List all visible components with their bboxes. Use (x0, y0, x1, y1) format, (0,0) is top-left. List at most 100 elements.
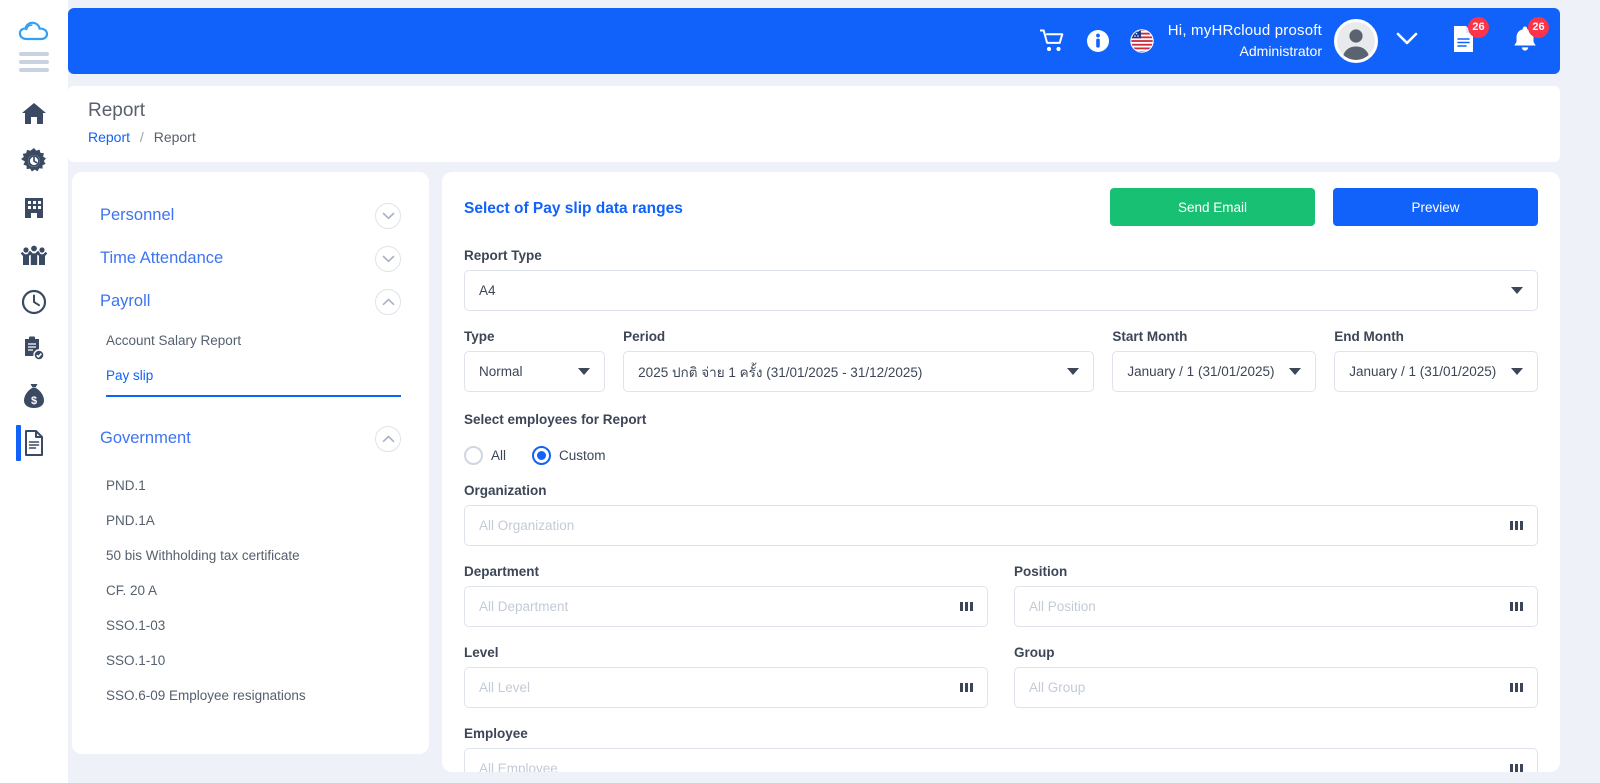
rail-item-home[interactable] (0, 90, 68, 137)
report-type-select[interactable]: A4 (464, 270, 1538, 311)
menu-item-label: PND.1A (106, 513, 155, 528)
menu-item-label: SSO.1-10 (106, 653, 166, 668)
chevron-down-icon[interactable] (1396, 32, 1418, 51)
preview-button[interactable]: Preview (1333, 188, 1538, 226)
department-lookup-icon[interactable] (960, 602, 973, 611)
level-input[interactable]: All Level (464, 667, 988, 708)
page-title: Report (88, 100, 146, 121)
bell-badge-count: 26 (1528, 16, 1549, 38)
start-month-label: Start Month (1112, 329, 1188, 344)
group-placeholder: All Group (1029, 680, 1086, 695)
send-email-button[interactable]: Send Email (1110, 188, 1315, 226)
panel-header: Select of Pay slip data ranges Send Emai… (464, 188, 1538, 226)
chevron-down-icon[interactable] (375, 245, 401, 272)
sidebar-item-50bis-withholding-tax-certificate[interactable]: 50 bis Withholding tax certificate (106, 538, 401, 573)
info-circle-icon[interactable] (1086, 29, 1110, 53)
radio-all[interactable]: All (464, 446, 506, 465)
position-lookup-icon[interactable] (1510, 602, 1523, 611)
type-value: Normal (479, 364, 523, 379)
breadcrumb-separator: / (139, 129, 144, 145)
radio-custom[interactable]: Custom (532, 446, 606, 465)
menu-item-label: Account Salary Report (106, 333, 242, 348)
document-badge-count: 26 (1468, 16, 1489, 38)
cloud-icon (14, 14, 54, 48)
sidebar-item-cf20a[interactable]: CF. 20 A (106, 573, 401, 608)
group-input[interactable]: All Group (1014, 667, 1538, 708)
active-item-underline (106, 395, 401, 397)
report-criteria-panel: Select of Pay slip data ranges Send Emai… (442, 172, 1560, 772)
sidebar-item-pnd1a[interactable]: PND.1A (106, 503, 401, 538)
menu-group-personnel[interactable]: Personnel (100, 194, 401, 237)
menu-item-label: PND.1 (106, 478, 146, 493)
organization-lookup-icon[interactable] (1510, 521, 1523, 530)
position-label: Position (1014, 564, 1068, 579)
employee-input[interactable]: All Employee (464, 748, 1538, 772)
chevron-down-icon (1289, 368, 1302, 375)
menu-group-label: Government (100, 429, 191, 447)
report-menu-panel: Personnel Time Attendance Payroll Accoun… (72, 172, 429, 754)
end-month-select[interactable]: January / 1 (31/01/2025) (1334, 351, 1538, 392)
bell-notification-icon[interactable]: 26 (1512, 16, 1549, 58)
breadcrumb-current: Report (153, 129, 196, 145)
rail-item-report[interactable] (0, 419, 68, 466)
hamburger-icon[interactable] (19, 52, 49, 76)
sidebar-item-pnd1[interactable]: PND.1 (106, 468, 401, 503)
menu-group-label: Time Attendance (100, 249, 224, 267)
position-placeholder: All Position (1029, 599, 1096, 614)
period-select[interactable]: 2025 ปกติ จ่าย 1 ครั้ง (31/01/2025 - 31/… (623, 351, 1095, 392)
menu-item-label: SSO.1-03 (106, 618, 166, 633)
level-label: Level (464, 645, 499, 660)
period-value: 2025 ปกติ จ่าย 1 ครั้ง (31/01/2025 - 31/… (638, 364, 923, 380)
sidebar-item-sso1-03[interactable]: SSO.1-03 (106, 608, 401, 643)
employees-radio-group: All Custom (464, 446, 1538, 465)
breadcrumb-link-report[interactable]: Report (88, 129, 130, 145)
menu-item-label: 50 bis Withholding tax certificate (106, 548, 300, 563)
organization-placeholder: All Organization (479, 518, 575, 533)
sidebar-item-sso1-10[interactable]: SSO.1-10 (106, 643, 401, 678)
rail-item-company[interactable] (0, 184, 68, 231)
rail-item-approval[interactable] (0, 325, 68, 372)
level-placeholder: All Level (479, 680, 531, 695)
type-label: Type (464, 329, 495, 344)
select-employees-label: Select employees for Report (464, 412, 647, 427)
chevron-up-icon[interactable] (375, 288, 401, 315)
menu-group-government[interactable]: Government (100, 417, 401, 460)
sidebar-item-sso6-09-employee-resignations[interactable]: SSO.6-09 Employee resignations (106, 678, 401, 713)
chevron-down-icon[interactable] (375, 202, 401, 229)
icon-rail: $ (0, 0, 68, 783)
rail-item-settings[interactable] (0, 137, 68, 184)
report-type-label: Report Type (464, 248, 542, 263)
chevron-up-icon[interactable] (375, 425, 401, 452)
top-header-bar: Hi, myHRcloud prosoft Administrator 26 2… (68, 8, 1560, 74)
document-notification-icon[interactable]: 26 (1452, 16, 1489, 58)
end-month-value: January / 1 (31/01/2025) (1349, 364, 1497, 379)
radio-custom-label: Custom (559, 448, 606, 463)
sidebar-item-account-salary-report[interactable]: Account Salary Report (106, 323, 401, 358)
rail-item-personnel[interactable] (0, 231, 68, 278)
user-greeting-name: Hi, myHRcloud prosoft (1167, 22, 1322, 40)
group-lookup-icon[interactable] (1510, 683, 1523, 692)
department-input[interactable]: All Department (464, 586, 988, 627)
menu-group-label: Personnel (100, 206, 175, 224)
organization-input[interactable]: All Organization (464, 505, 1538, 546)
menu-group-payroll[interactable]: Payroll (100, 280, 401, 323)
rail-item-payroll[interactable]: $ (0, 372, 68, 419)
employee-lookup-icon[interactable] (1510, 764, 1523, 772)
avatar[interactable] (1334, 19, 1378, 63)
type-select[interactable]: Normal (464, 351, 606, 392)
start-month-select[interactable]: January / 1 (31/01/2025) (1112, 351, 1317, 392)
payroll-submenu: Account Salary Report Pay slip (100, 323, 401, 397)
radio-circle-icon (464, 446, 483, 465)
sidebar-item-pay-slip[interactable]: Pay slip (106, 358, 401, 393)
level-lookup-icon[interactable] (960, 683, 973, 692)
menu-item-label: Pay slip (106, 368, 154, 383)
position-input[interactable]: All Position (1014, 586, 1538, 627)
menu-group-label: Payroll (100, 292, 151, 310)
rail-item-time-attendance[interactable] (0, 278, 68, 325)
chevron-down-icon (1511, 368, 1523, 375)
us-flag-icon[interactable] (1130, 29, 1154, 53)
user-greeting: Hi, myHRcloud prosoft Administrator (1168, 21, 1322, 60)
shopping-cart-icon[interactable] (1039, 29, 1066, 53)
menu-group-time-attendance[interactable]: Time Attendance (100, 237, 401, 280)
report-type-value: A4 (479, 283, 496, 298)
